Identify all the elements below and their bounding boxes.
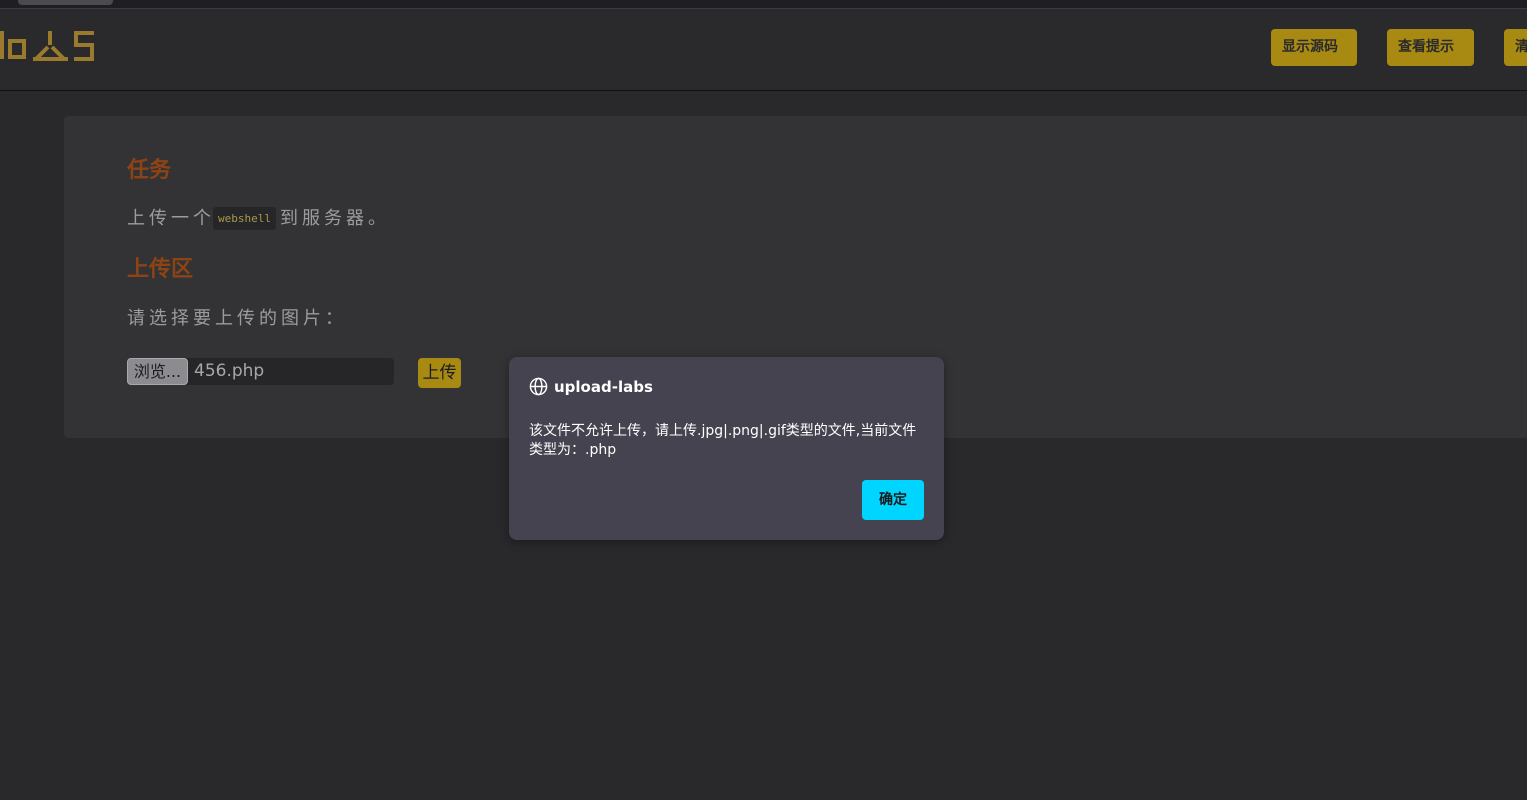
selected-file-name: 456.php	[194, 361, 265, 381]
dialog-title-text: upload-labs	[554, 377, 653, 396]
clear-button[interactable]: 清	[1504, 29, 1527, 66]
task-desc-before: 上传一个	[127, 208, 215, 229]
alert-dialog: upload-labs 该文件不允许上传，请上传.jpg|.png|.gif类型…	[509, 357, 944, 540]
task-desc-after: 到服务器。	[279, 208, 390, 229]
view-hint-button[interactable]: 查看提示	[1387, 29, 1474, 66]
upload-labs-logo	[0, 31, 94, 61]
dialog-message: 该文件不允许上传，请上传.jpg|.png|.gif类型的文件,当前文件类型为：…	[529, 423, 917, 458]
top-header: 显示源码 查看提示 清	[0, 9, 1527, 91]
browse-button[interactable]: 浏览...	[127, 358, 188, 385]
dialog-title: upload-labs	[529, 377, 653, 396]
ok-button[interactable]: 确定	[862, 480, 924, 520]
browser-tab-strip	[0, 0, 1527, 9]
upload-area-heading: 上传区	[127, 257, 194, 282]
browser-tab[interactable]	[18, 0, 113, 5]
globe-icon	[529, 377, 548, 396]
upload-button[interactable]: 上传	[418, 358, 461, 388]
upload-prompt: 请选择要上传的图片：	[127, 308, 347, 329]
task-description: 上传一个 webshell 到服务器。	[127, 204, 390, 230]
show-source-button[interactable]: 显示源码	[1271, 29, 1357, 66]
task-heading: 任务	[127, 158, 172, 183]
webshell-code: webshell	[213, 207, 276, 230]
file-input[interactable]: 浏览... 456.php	[127, 358, 394, 385]
